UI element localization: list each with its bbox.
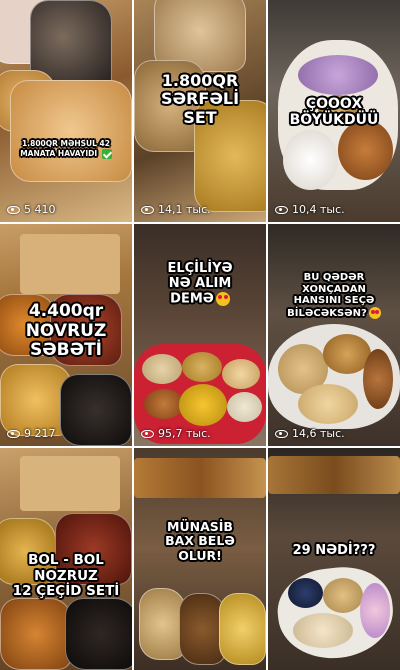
caption-line: 29 NƏDİ??? [292, 543, 376, 558]
view-count: 14,6 тыс. [275, 427, 345, 440]
heart-eyes-emoji-icon [368, 306, 381, 319]
video-tile-8[interactable]: MÜNASİB BAX BELƏ OLUR! [134, 448, 266, 670]
eye-icon [7, 429, 20, 438]
caption-line: BU QƏDƏR [303, 272, 365, 283]
video-tile-1[interactable]: 1.800QR MƏHSUL 42 MANATA HAVAYIDI 5 410 [0, 0, 132, 222]
eye-icon [141, 205, 154, 214]
caption-line: HANSINI SEÇƏ [293, 295, 375, 306]
caption-line: XONÇADAN [302, 283, 366, 295]
caption-line: 1.800QR [161, 71, 239, 90]
video-tile-5[interactable]: ELÇİLİYƏ NƏ ALIM DEMƏ 95,7 тыс. [134, 224, 266, 446]
video-tile-9[interactable]: 29 NƏDİ??? [268, 448, 400, 670]
video-tile-4[interactable]: 4.400qr NOVRUZ SƏBƏTİ 9 217 [0, 224, 132, 446]
video-tile-2[interactable]: 1.800QR SƏRFƏLİ SET 14,1 тыс. [134, 0, 266, 222]
caption-line: NƏ ALIM [168, 275, 232, 291]
caption-line: SƏRFƏLİ [160, 89, 240, 109]
view-count: 5 410 [7, 203, 56, 216]
caption-line: DEMƏ [170, 291, 214, 307]
caption-line: BÖYÜKDÜÜ [289, 112, 379, 129]
caption-line: ÇOOOX [305, 96, 363, 112]
caption-line: ELÇİLİYƏ [167, 261, 233, 276]
caption-line: BAX BELƏ [165, 533, 235, 549]
caption-line: BOL - BOL [28, 552, 104, 568]
eye-icon [275, 205, 288, 214]
caption-line: SƏBƏTİ [30, 340, 102, 361]
eye-icon [141, 429, 154, 438]
video-tile-7[interactable]: BOL - BOL NOZRUZ 12 ÇEÇİD SETİ [0, 448, 132, 670]
caption-line: SET [183, 107, 217, 127]
caption-line: BİLƏCƏKSƏN? [287, 307, 367, 319]
video-grid: 1.800QR MƏHSUL 42 MANATA HAVAYIDI 5 410 … [0, 0, 400, 670]
eye-icon [275, 429, 288, 438]
caption-line: MÜNASİB [167, 519, 233, 534]
video-tile-3[interactable]: ÇOOOX BÖYÜKDÜÜ 10,4 тыс. [268, 0, 400, 222]
caption-text: 1.800QR MƏHSUL 42 MANATA HAVAYIDI [20, 139, 110, 158]
caption-line: NOVRUZ [25, 320, 107, 341]
eye-icon [7, 205, 20, 214]
view-count: 95,7 тыс. [141, 427, 211, 440]
caption-line: OLUR! [178, 547, 222, 563]
caption-line: NOZRUZ [34, 567, 98, 584]
caption-line: 12 ÇEÇİD SETİ [12, 583, 120, 600]
video-tile-6[interactable]: BU QƏDƏR XONÇADAN HANSINI SEÇƏ BİLƏCƏKSƏ… [268, 224, 400, 446]
view-count: 9 217 [7, 427, 56, 440]
view-count: 14,1 тыс. [141, 203, 211, 216]
caption-line: 4.400qr [28, 301, 104, 321]
heart-eyes-emoji-icon [215, 291, 230, 306]
view-count: 10,4 тыс. [275, 203, 345, 216]
check-mark-icon [101, 148, 112, 159]
